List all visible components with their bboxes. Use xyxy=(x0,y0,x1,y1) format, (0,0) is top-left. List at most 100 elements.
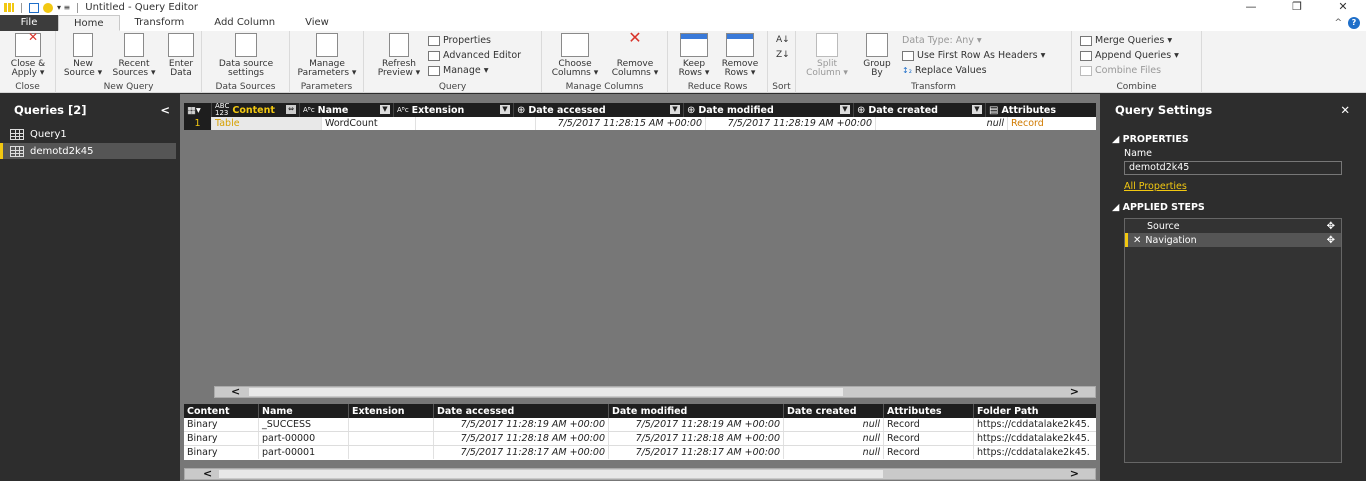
preview-header-attributes[interactable]: Attributes xyxy=(884,404,974,418)
filter-dropdown-icon[interactable]: ▼ xyxy=(500,105,510,114)
save-icon[interactable] xyxy=(29,2,39,13)
advanced-editor-button[interactable]: Advanced Editor xyxy=(428,50,521,61)
table-row[interactable]: Binary _SUCCESS 7/5/2017 11:28:19 AM +00… xyxy=(184,418,1096,432)
sort-ascending-button[interactable]: A↓ xyxy=(776,35,790,45)
window-title: Untitled - Query Editor xyxy=(85,2,198,13)
preview-header-folder-path[interactable]: Folder Path xyxy=(974,404,1096,418)
combine-files-button[interactable]: Combine Files xyxy=(1080,65,1161,76)
applied-steps-section-title[interactable]: ◢ APPLIED STEPS xyxy=(1100,202,1366,213)
merge-queries-button[interactable]: Merge Queries ▾ xyxy=(1080,35,1172,46)
use-first-row-headers-button[interactable]: Use First Row As Headers ▾ xyxy=(902,50,1045,61)
cell-name[interactable]: WordCount xyxy=(322,117,416,130)
query-item-query1[interactable]: Query1 xyxy=(0,126,180,142)
preview-header-date-modified[interactable]: Date modified xyxy=(609,404,784,418)
column-header-name[interactable]: Aᴮc Name ▼ xyxy=(300,103,394,117)
cell-date-modified[interactable]: 7/5/2017 11:28:19 AM +00:00 xyxy=(706,117,876,130)
step-navigation[interactable]: ✕ Navigation ✥ xyxy=(1125,233,1341,247)
cell-date-created[interactable]: null xyxy=(876,117,1008,130)
recent-sources-button[interactable]: Recent Sources ▾ xyxy=(108,33,160,78)
expand-column-icon[interactable]: ⇔ xyxy=(286,105,296,114)
refresh-preview-button[interactable]: Refresh Preview ▾ xyxy=(374,33,424,78)
table-row[interactable]: Binary part-00001 7/5/2017 11:28:17 AM +… xyxy=(184,446,1096,460)
tab-view[interactable]: View xyxy=(290,15,344,31)
preview-header-date-created[interactable]: Date created xyxy=(784,404,884,418)
query-item-demotd2k45[interactable]: demotd2k45 xyxy=(0,143,176,159)
type-any-icon: ABC 123 xyxy=(215,103,230,117)
scroll-left-icon[interactable]: < xyxy=(231,385,240,398)
smiley-icon[interactable] xyxy=(43,2,53,13)
title-bar: ▾ ≡ Untitled - Query Editor — ❐ ✕ xyxy=(0,0,1366,15)
cell-extension[interactable] xyxy=(416,117,536,130)
preview-header-content[interactable]: Content xyxy=(184,404,259,418)
manage-parameters-button[interactable]: Manage Parameters ▾ xyxy=(294,33,360,78)
gear-icon[interactable]: ✥ xyxy=(1327,235,1335,246)
filter-dropdown-icon[interactable]: ▼ xyxy=(670,105,680,114)
column-header-date-modified[interactable]: ⊕ Date modified ▼ xyxy=(684,103,854,117)
tab-transform[interactable]: Transform xyxy=(120,15,200,31)
ribbon-tabs: File Home Transform Add Column View ^ ? xyxy=(0,15,1366,31)
tab-file[interactable]: File xyxy=(0,15,58,31)
column-header-content[interactable]: ABC 123 Content ⇔ xyxy=(212,103,300,117)
scroll-thumb[interactable] xyxy=(219,470,883,478)
main-grid-hscrollbar[interactable]: < > xyxy=(214,385,1096,398)
manage-button[interactable]: Manage ▾ xyxy=(428,65,489,76)
step-source[interactable]: Source ✥ xyxy=(1125,219,1341,233)
close-window-button[interactable]: ✕ xyxy=(1320,0,1366,15)
data-type-dropdown[interactable]: Data Type: Any ▾ xyxy=(902,35,982,46)
cell-attributes[interactable]: Record xyxy=(1008,117,1096,130)
group-by-button[interactable]: Group By xyxy=(858,33,896,78)
properties-button[interactable]: Properties xyxy=(428,35,491,46)
query-name-input[interactable]: demotd2k45 xyxy=(1124,161,1342,175)
select-all-icon[interactable]: ▦▾ xyxy=(184,103,212,117)
split-column-button[interactable]: Split Column ▾ xyxy=(802,33,852,78)
minimize-button[interactable]: — xyxy=(1228,0,1274,15)
scroll-right-icon[interactable]: > xyxy=(1070,385,1079,398)
scroll-left-icon[interactable]: < xyxy=(203,467,212,480)
preview-header-date-accessed[interactable]: Date accessed xyxy=(434,404,609,418)
close-apply-button[interactable]: ✕ Close & Apply ▾ xyxy=(4,31,52,78)
table-row[interactable]: Binary part-00000 7/5/2017 11:28:18 AM +… xyxy=(184,432,1096,446)
column-header-extension[interactable]: Aᴮc Extension ▼ xyxy=(394,103,514,117)
preview-header-name[interactable]: Name xyxy=(259,404,349,418)
filter-dropdown-icon[interactable]: ▼ xyxy=(972,105,982,114)
restore-button[interactable]: ❐ xyxy=(1274,0,1320,15)
help-icon[interactable]: ? xyxy=(1348,17,1360,29)
main-grid: ▦▾ ABC 123 Content ⇔ Aᴮc Name ▼ Aᴮc Exten… xyxy=(184,103,1096,130)
new-source-button[interactable]: New Source ▾ xyxy=(60,33,106,78)
applied-steps-list: Source ✥ ✕ Navigation ✥ xyxy=(1124,218,1342,463)
scroll-thumb[interactable] xyxy=(249,388,843,396)
preview-grid-hscrollbar[interactable]: < > xyxy=(184,467,1096,480)
collapse-queries-button[interactable]: < xyxy=(160,103,170,117)
name-label: Name xyxy=(1124,148,1153,159)
delete-step-icon[interactable]: ✕ xyxy=(1133,235,1141,246)
gear-icon[interactable]: ✥ xyxy=(1327,221,1335,232)
filter-dropdown-icon[interactable]: ▼ xyxy=(380,105,390,114)
remove-rows-button[interactable]: Remove Rows ▾ xyxy=(716,33,764,78)
column-header-date-created[interactable]: ⊕ Date created ▼ xyxy=(854,103,986,117)
sort-descending-button[interactable]: Z↓ xyxy=(776,50,790,60)
scroll-right-icon[interactable]: > xyxy=(1070,467,1079,480)
table-row[interactable]: 1 Table WordCount 7/5/2017 11:28:15 AM +… xyxy=(184,117,1096,130)
filter-dropdown-icon[interactable]: ▼ xyxy=(840,105,850,114)
close-settings-button[interactable]: ✕ xyxy=(1340,103,1350,117)
remove-rows-icon xyxy=(726,33,754,57)
customize-toolbar-icon[interactable]: ▾ ≡ xyxy=(57,3,70,12)
enter-data-button[interactable]: Enter Data xyxy=(164,33,198,78)
tab-home[interactable]: Home xyxy=(58,15,120,31)
append-queries-button[interactable]: Append Queries ▾ xyxy=(1080,50,1179,61)
append-queries-icon xyxy=(1080,50,1092,61)
tab-add-column[interactable]: Add Column xyxy=(199,15,290,31)
cell-date-accessed[interactable]: 7/5/2017 11:28:15 AM +00:00 xyxy=(536,117,706,130)
column-header-attributes[interactable]: ▤ Attributes xyxy=(986,103,1096,117)
column-header-date-accessed[interactable]: ⊕ Date accessed ▼ xyxy=(514,103,684,117)
remove-columns-button[interactable]: ✕ Remove Columns ▾ xyxy=(604,30,666,78)
replace-values-button[interactable]: ↕₂ Replace Values xyxy=(902,65,987,76)
keep-rows-button[interactable]: Keep Rows ▾ xyxy=(672,33,716,78)
preview-header-extension[interactable]: Extension xyxy=(349,404,434,418)
collapse-ribbon-icon[interactable]: ^ xyxy=(1334,18,1342,28)
data-source-settings-button[interactable]: Data source settings xyxy=(208,33,284,78)
cell-content-table[interactable]: Table xyxy=(212,117,322,130)
choose-columns-button[interactable]: Choose Columns ▾ xyxy=(546,33,604,78)
all-properties-link[interactable]: All Properties xyxy=(1100,181,1366,192)
properties-section-title[interactable]: ◢ PROPERTIES xyxy=(1100,134,1366,145)
